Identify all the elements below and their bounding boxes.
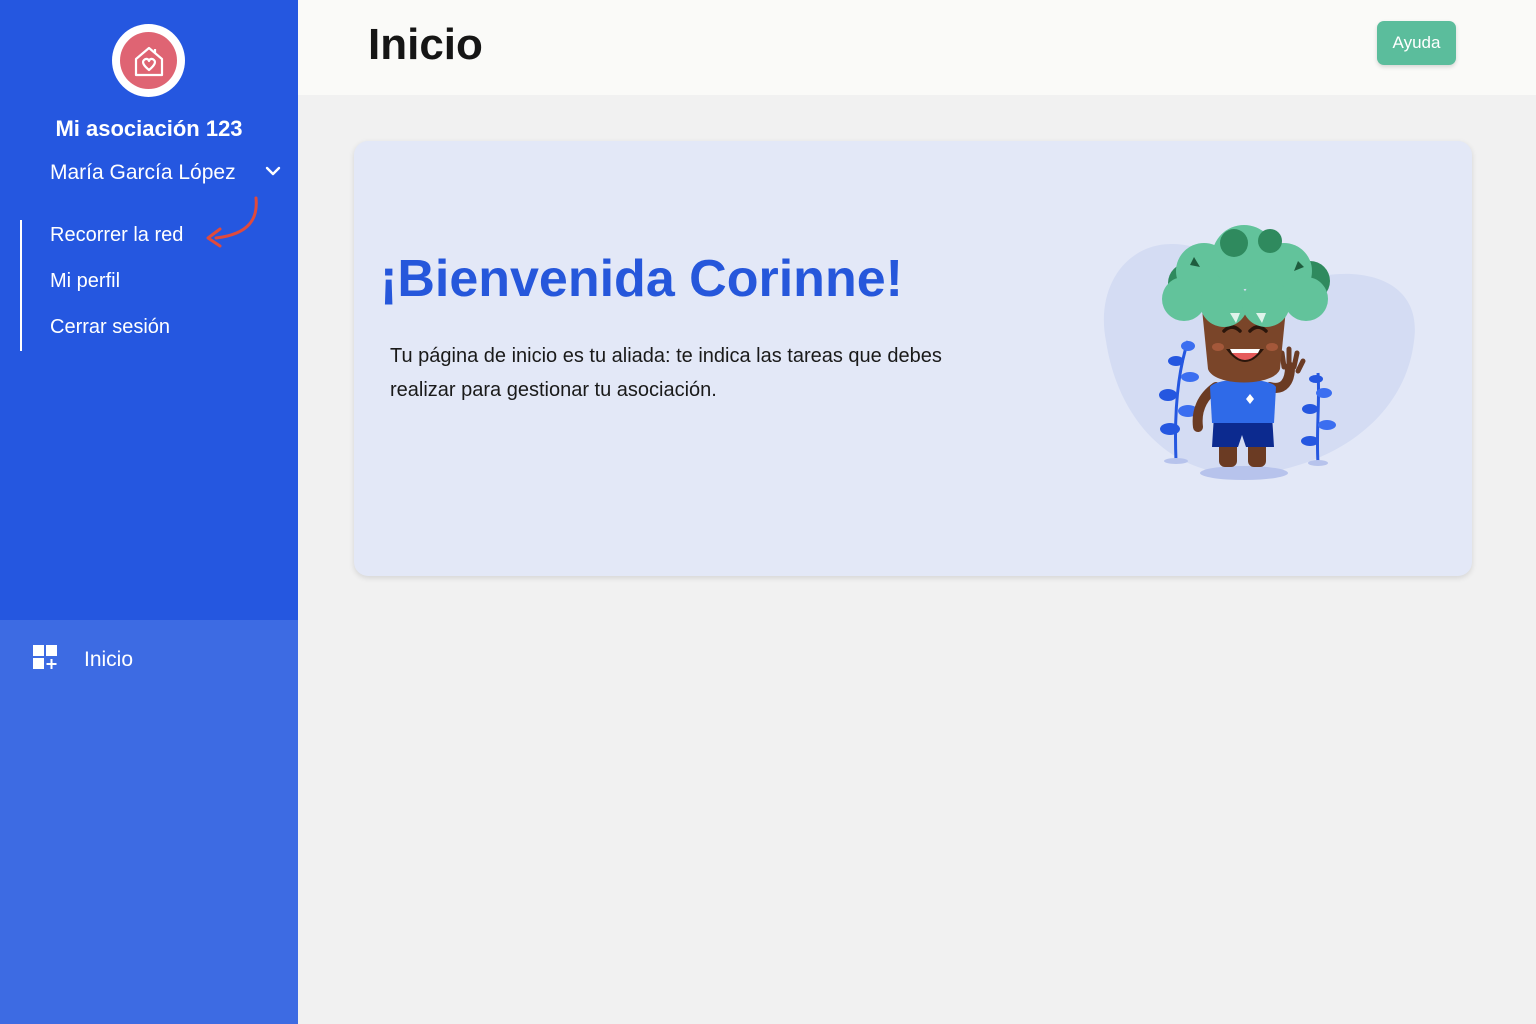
page-title: Inicio (368, 20, 483, 69)
welcome-text: Tu página de inicio es tu aliada: te ind… (390, 345, 942, 401)
menu-item-cerrar-sesion[interactable]: Cerrar sesión (50, 316, 170, 339)
app: Mi asociación 123 María García López Rec… (0, 0, 1536, 1024)
chevron-down-icon (264, 164, 282, 182)
house-heart-icon (120, 32, 177, 89)
sidebar: Mi asociación 123 María García López Rec… (0, 0, 298, 1024)
pointer-arrow-icon (206, 196, 258, 248)
user-menu-toggle[interactable]: María García López (50, 158, 282, 188)
sidebar-profile-panel: Mi asociación 123 María García López Rec… (0, 0, 298, 620)
nav-item-inicio[interactable]: Inicio (32, 644, 272, 676)
welcome-card: ¡Bienvenida Corinne! Tu página de inicio… (354, 141, 1472, 576)
user-name: María García López (50, 161, 236, 184)
menu-item-mi-perfil[interactable]: Mi perfil (50, 270, 120, 293)
association-logo (112, 24, 185, 97)
association-name: Mi asociación 123 (55, 116, 243, 141)
menu-item-recorrer-red[interactable]: Recorrer la red (50, 224, 183, 247)
help-button[interactable]: Ayuda (1377, 21, 1456, 65)
top-header: Inicio Ayuda (298, 0, 1536, 95)
welcome-title: ¡Bienvenida Corinne! (380, 250, 903, 308)
dashboard-icon (32, 644, 60, 677)
nav-label: Inicio (84, 648, 134, 671)
tree-mascot-illustration (1103, 225, 1415, 480)
